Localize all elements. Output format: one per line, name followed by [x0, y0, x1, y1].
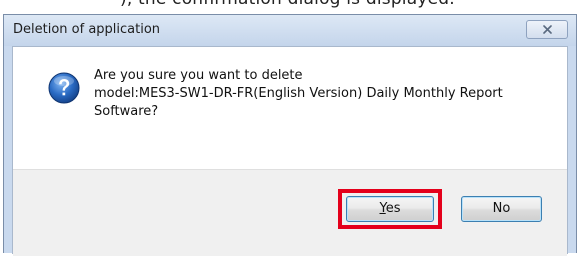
dialog-body: Are you sure you want to delete model:ME…	[12, 46, 568, 256]
message-line: Are you sure you want to delete	[94, 68, 303, 83]
question-icon	[48, 72, 80, 104]
dialog-title: Deletion of application	[13, 22, 161, 37]
message-line: model:MES3-SW1-DR-FR(English Version) Da…	[94, 86, 503, 101]
background-page: ), the confirmation dialog is displayed.	[0, 0, 580, 14]
no-button[interactable]: No	[461, 196, 542, 222]
message-line: Software?	[94, 104, 159, 119]
yes-label: es	[385, 201, 401, 216]
background-text: ), the confirmation dialog is displayed.	[120, 0, 455, 9]
confirmation-dialog: Deletion of application Are you sure you…	[3, 14, 577, 256]
button-bar: Yes No	[13, 169, 567, 256]
yes-button[interactable]: Yes	[346, 196, 434, 222]
confirmation-message: Are you sure you want to delete model:ME…	[94, 67, 554, 121]
close-button[interactable]	[526, 20, 568, 39]
title-bar[interactable]: Deletion of application	[4, 15, 576, 46]
no-label: No	[492, 201, 511, 216]
close-icon	[543, 25, 552, 34]
